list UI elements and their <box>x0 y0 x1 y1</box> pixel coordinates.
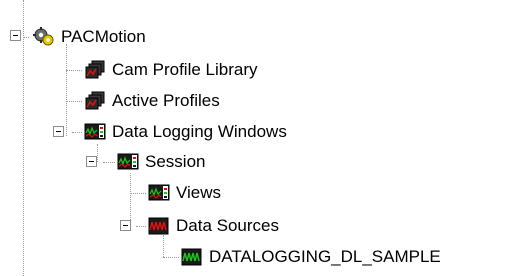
tree-connector <box>97 144 98 162</box>
green-waveform-icon <box>181 247 203 267</box>
tree-connector <box>130 193 146 194</box>
collapse-toggle-data-logging-windows[interactable] <box>53 126 64 137</box>
collapse-toggle-session[interactable] <box>86 156 97 167</box>
tree-connector <box>23 37 29 38</box>
tree-connector <box>103 162 115 163</box>
tree-connector <box>66 101 82 102</box>
tree-item-data-sources[interactable]: Data Sources <box>148 214 280 238</box>
tree-item-label: DATALOGGING_DL_SAMPLE <box>209 247 441 266</box>
tree-connector <box>163 257 179 258</box>
cam-profile-stack-icon <box>84 60 106 80</box>
tree-item-label: Data Logging Windows <box>112 122 287 141</box>
tree-connector <box>136 226 146 227</box>
red-waveform-icon <box>148 216 170 236</box>
tree-item-label: Cam Profile Library <box>112 60 258 79</box>
tree-item-label: PACMotion <box>61 27 146 46</box>
tree-item-session[interactable]: Session <box>117 150 206 174</box>
tree-item-active-profiles[interactable]: Active Profiles <box>84 89 221 113</box>
tree-item-label: Active Profiles <box>112 91 220 110</box>
tree-item-pacmotion[interactable]: PACMotion <box>33 25 147 49</box>
tree-item-label: Data Sources <box>176 216 279 235</box>
tree-item-datalogging-dl-sample[interactable]: DATALOGGING_DL_SAMPLE <box>181 245 442 269</box>
tree-connector <box>23 0 24 276</box>
tree-item-cam-profile-library[interactable]: Cam Profile Library <box>84 58 259 82</box>
gear-cog-icon <box>33 27 55 47</box>
tree-connector <box>163 235 164 257</box>
tree-connector <box>66 44 67 136</box>
cam-profile-stack-icon <box>84 91 106 111</box>
tree-item-label: Session <box>145 152 206 171</box>
data-logging-window-icon <box>84 122 106 142</box>
tree-connector <box>72 132 82 133</box>
data-logging-window-icon <box>117 152 139 172</box>
project-tree: PACMotion Cam Profile Library Active Pro… <box>0 0 515 276</box>
tree-connector <box>66 70 82 71</box>
collapse-toggle-data-sources[interactable] <box>120 220 131 231</box>
data-logging-window-icon <box>148 183 170 203</box>
tree-item-views[interactable]: Views <box>148 181 222 205</box>
collapse-toggle-pacmotion[interactable] <box>10 30 21 41</box>
tree-item-label: Views <box>176 183 222 202</box>
tree-item-data-logging-windows[interactable]: Data Logging Windows <box>84 120 288 144</box>
